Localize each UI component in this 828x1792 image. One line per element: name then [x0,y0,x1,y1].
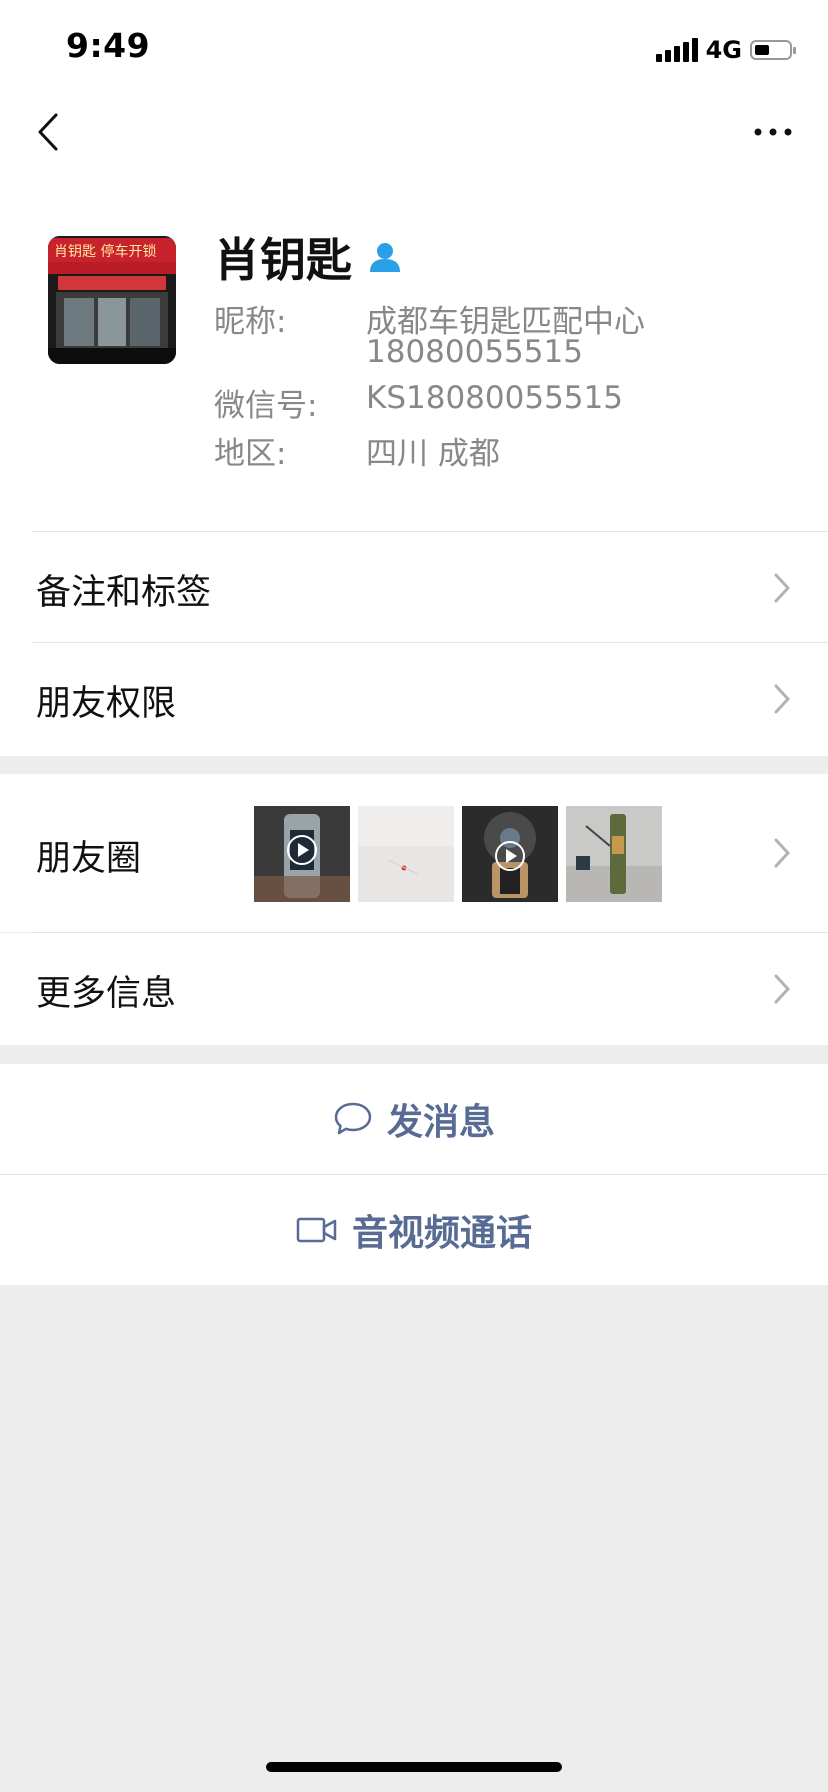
back-button[interactable] [28,108,68,156]
avatar-sign-text: 肖钥匙 停车开锁 [54,243,156,260]
region-label: 地区: [214,436,287,472]
chevron-left-icon [38,113,58,151]
moment-thumbnail [566,806,662,902]
contact-profile-page: 9:49 4G 肖钥匙 停车开锁 肖钥匙 昵称: 成都车钥匙匹配中心 18080… [0,0,828,1792]
remarks-tags-cell[interactable]: 备注和标签 [0,532,828,642]
moments-thumbnails [254,806,662,902]
region-row: 地区: 四川 成都 [214,428,500,473]
wechat-id-label: 微信号: [214,388,318,424]
avatar-image: 肖钥匙 停车开锁 [48,236,176,364]
home-indicator[interactable] [266,1762,562,1772]
person-icon [370,243,400,272]
wechat-id-row: 微信号: KS18080055515 [214,380,623,425]
video-call-button[interactable]: 音视频通话 [0,1175,828,1285]
friend-permissions-cell[interactable]: 朋友权限 [0,643,828,755]
more-horizontal-icon [754,128,792,136]
send-message-label: 发消息 [386,1102,495,1143]
chat-bubble-icon [334,1102,372,1135]
network-type: 4G [705,36,742,64]
more-info-cell[interactable]: 更多信息 [0,933,828,1045]
status-time: 9:49 [66,26,151,65]
battery-icon [750,40,796,60]
wechat-id-value[interactable]: KS18080055515 [366,380,623,416]
contact-name: 肖钥匙 [214,224,402,290]
chevron-right-icon [774,684,790,714]
status-indicators: 4G [655,36,796,64]
chevron-right-icon [774,838,790,868]
send-message-button[interactable]: 发消息 [0,1064,828,1174]
video-camera-icon [296,1217,337,1243]
moments-cell[interactable]: 朋友圈 [0,774,828,932]
more-button[interactable] [748,108,798,156]
avatar[interactable]: 肖钥匙 停车开锁 [48,236,176,364]
nickname-value-line2: 18080055515 [366,334,583,370]
profile-header: 肖钥匙 停车开锁 肖钥匙 昵称: 成都车钥匙匹配中心 18080055515 微… [0,220,828,520]
status-bar: 9:49 4G [0,0,828,100]
moment-thumbnail [358,806,454,902]
nav-bar [0,100,828,164]
more-info-label: 更多信息 [36,974,177,1014]
moment-thumbnail [462,806,558,902]
chevron-right-icon [774,573,790,603]
chevron-right-icon [774,974,790,1004]
nickname-row: 昵称: 成都车钥匙匹配中心 18080055515 [214,296,645,376]
friend-permissions-label: 朋友权限 [36,684,177,724]
nickname-label: 昵称: [214,304,287,340]
moments-label: 朋友圈 [36,839,142,879]
moment-thumbnail [254,806,350,902]
video-call-label: 音视频通话 [351,1213,532,1254]
contact-name-text: 肖钥匙 [214,233,352,287]
region-value: 四川 成都 [366,436,500,472]
signal-icon [655,38,698,62]
remarks-tags-label: 备注和标签 [36,573,212,613]
